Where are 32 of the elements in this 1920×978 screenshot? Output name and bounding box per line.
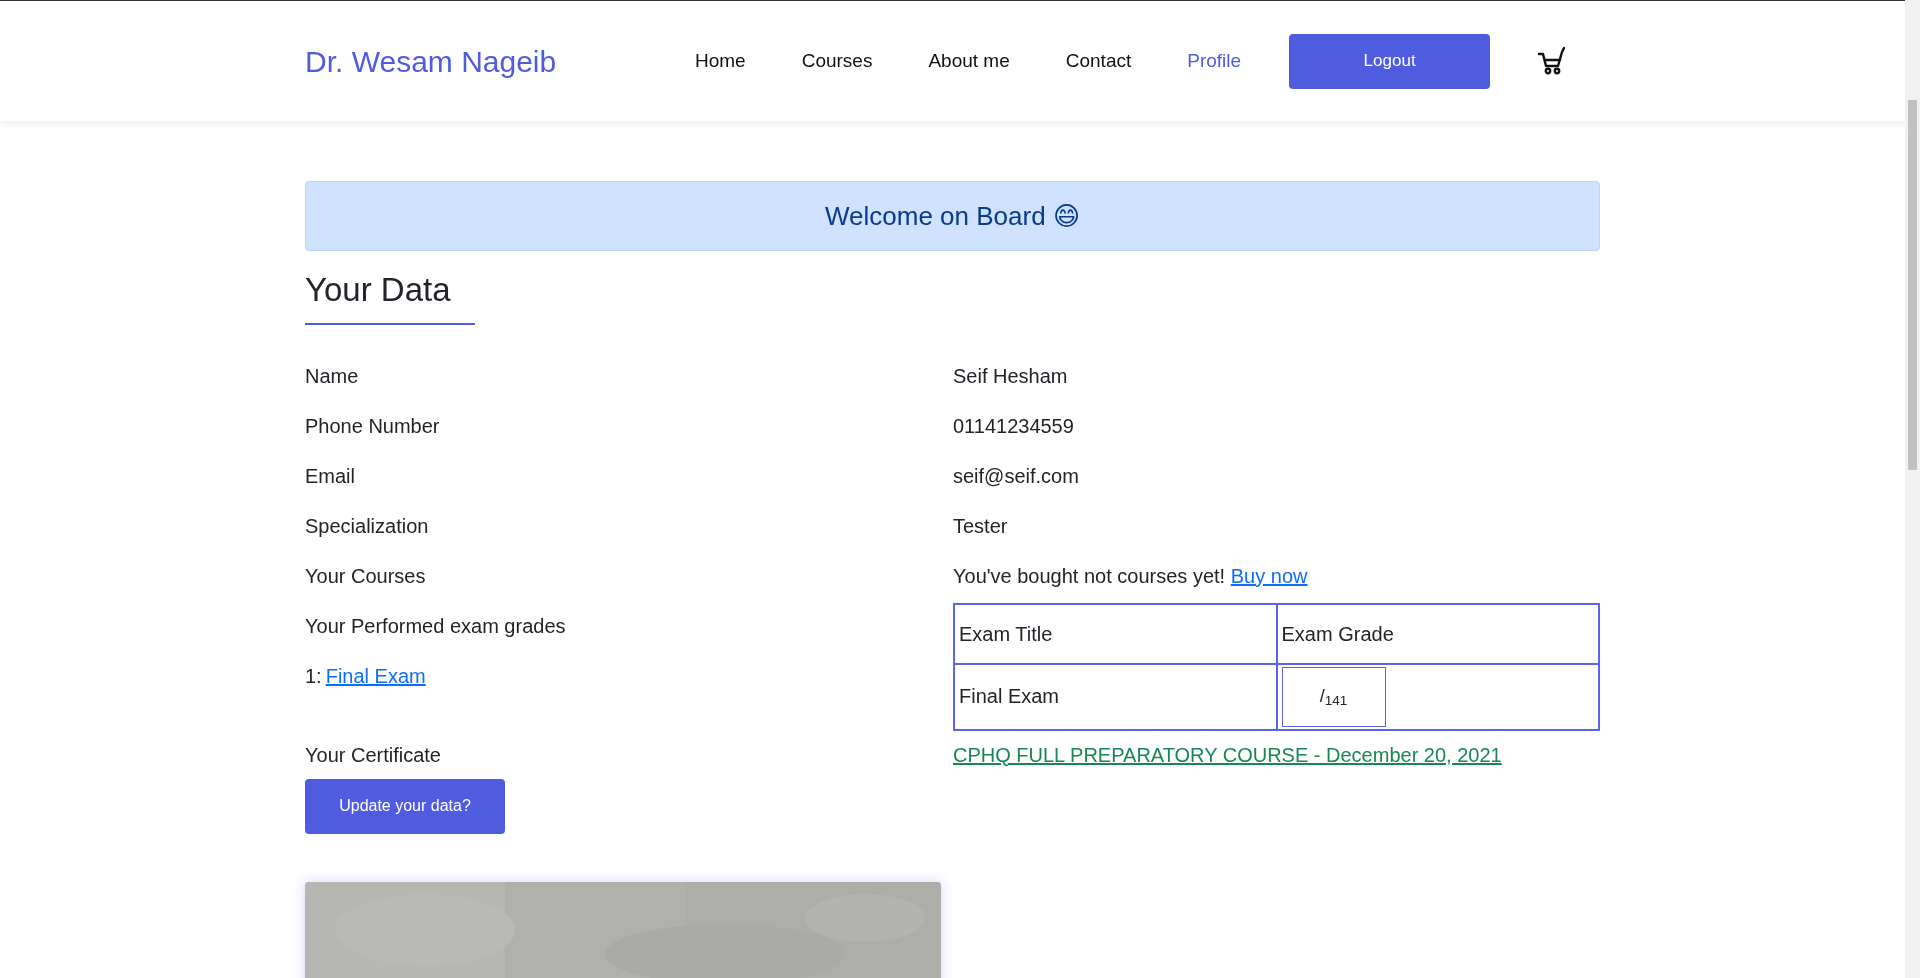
welcome-banner: Welcome on Board 😄 bbox=[305, 181, 1600, 251]
field-value: Tester bbox=[953, 513, 1008, 539]
field-label: Specialization bbox=[305, 513, 430, 539]
table-header-cell: Exam Title bbox=[954, 603, 1277, 664]
brand-logo[interactable]: Dr. Wesam Nageib bbox=[305, 38, 695, 84]
nav-link[interactable]: Contact bbox=[1065, 46, 1132, 76]
field-value: Seif Hesham bbox=[953, 363, 1068, 389]
field-label: Your Courses bbox=[305, 563, 427, 589]
logout-button[interactable]: Logout bbox=[1289, 33, 1491, 89]
courses-message: You've bought not courses yet! Buy now bbox=[953, 563, 1308, 589]
cart-icon[interactable] bbox=[1537, 46, 1566, 76]
certificate-link[interactable]: CPHQ FULL PREPARATORY COURSE - December 20, 2021 bbox=[953, 739, 1502, 770]
exam-link[interactable]: Final Exam bbox=[325, 660, 426, 691]
exam-index: 1: bbox=[305, 663, 322, 689]
field-label: Phone Number bbox=[305, 413, 441, 439]
nav-link[interactable]: Profile bbox=[1187, 46, 1242, 76]
field-label: Your Performed exam grades bbox=[305, 613, 567, 639]
field-label: Your Certificate bbox=[305, 742, 442, 768]
grade-box: /$_{141}$ bbox=[1281, 666, 1386, 727]
nav-link[interactable]: About me bbox=[928, 46, 1010, 76]
field-value: 01141234559 bbox=[953, 413, 1074, 439]
field-label: Name bbox=[305, 363, 360, 389]
field-label: Email bbox=[305, 463, 356, 489]
nav-link[interactable]: Courses bbox=[801, 46, 873, 76]
nav-link[interactable]: Home bbox=[695, 46, 746, 76]
table-cell: Final Exam bbox=[954, 663, 1277, 730]
update-data-button[interactable]: Update your data? bbox=[305, 778, 505, 834]
field-value: seif@seif.com bbox=[953, 463, 1079, 489]
buy-now-link[interactable]: Buy now bbox=[1230, 564, 1308, 587]
table-header-cell: Exam Grade bbox=[1276, 603, 1599, 664]
scrollbar-thumb[interactable] bbox=[1908, 100, 1917, 470]
section-title: Your Data bbox=[305, 265, 475, 325]
